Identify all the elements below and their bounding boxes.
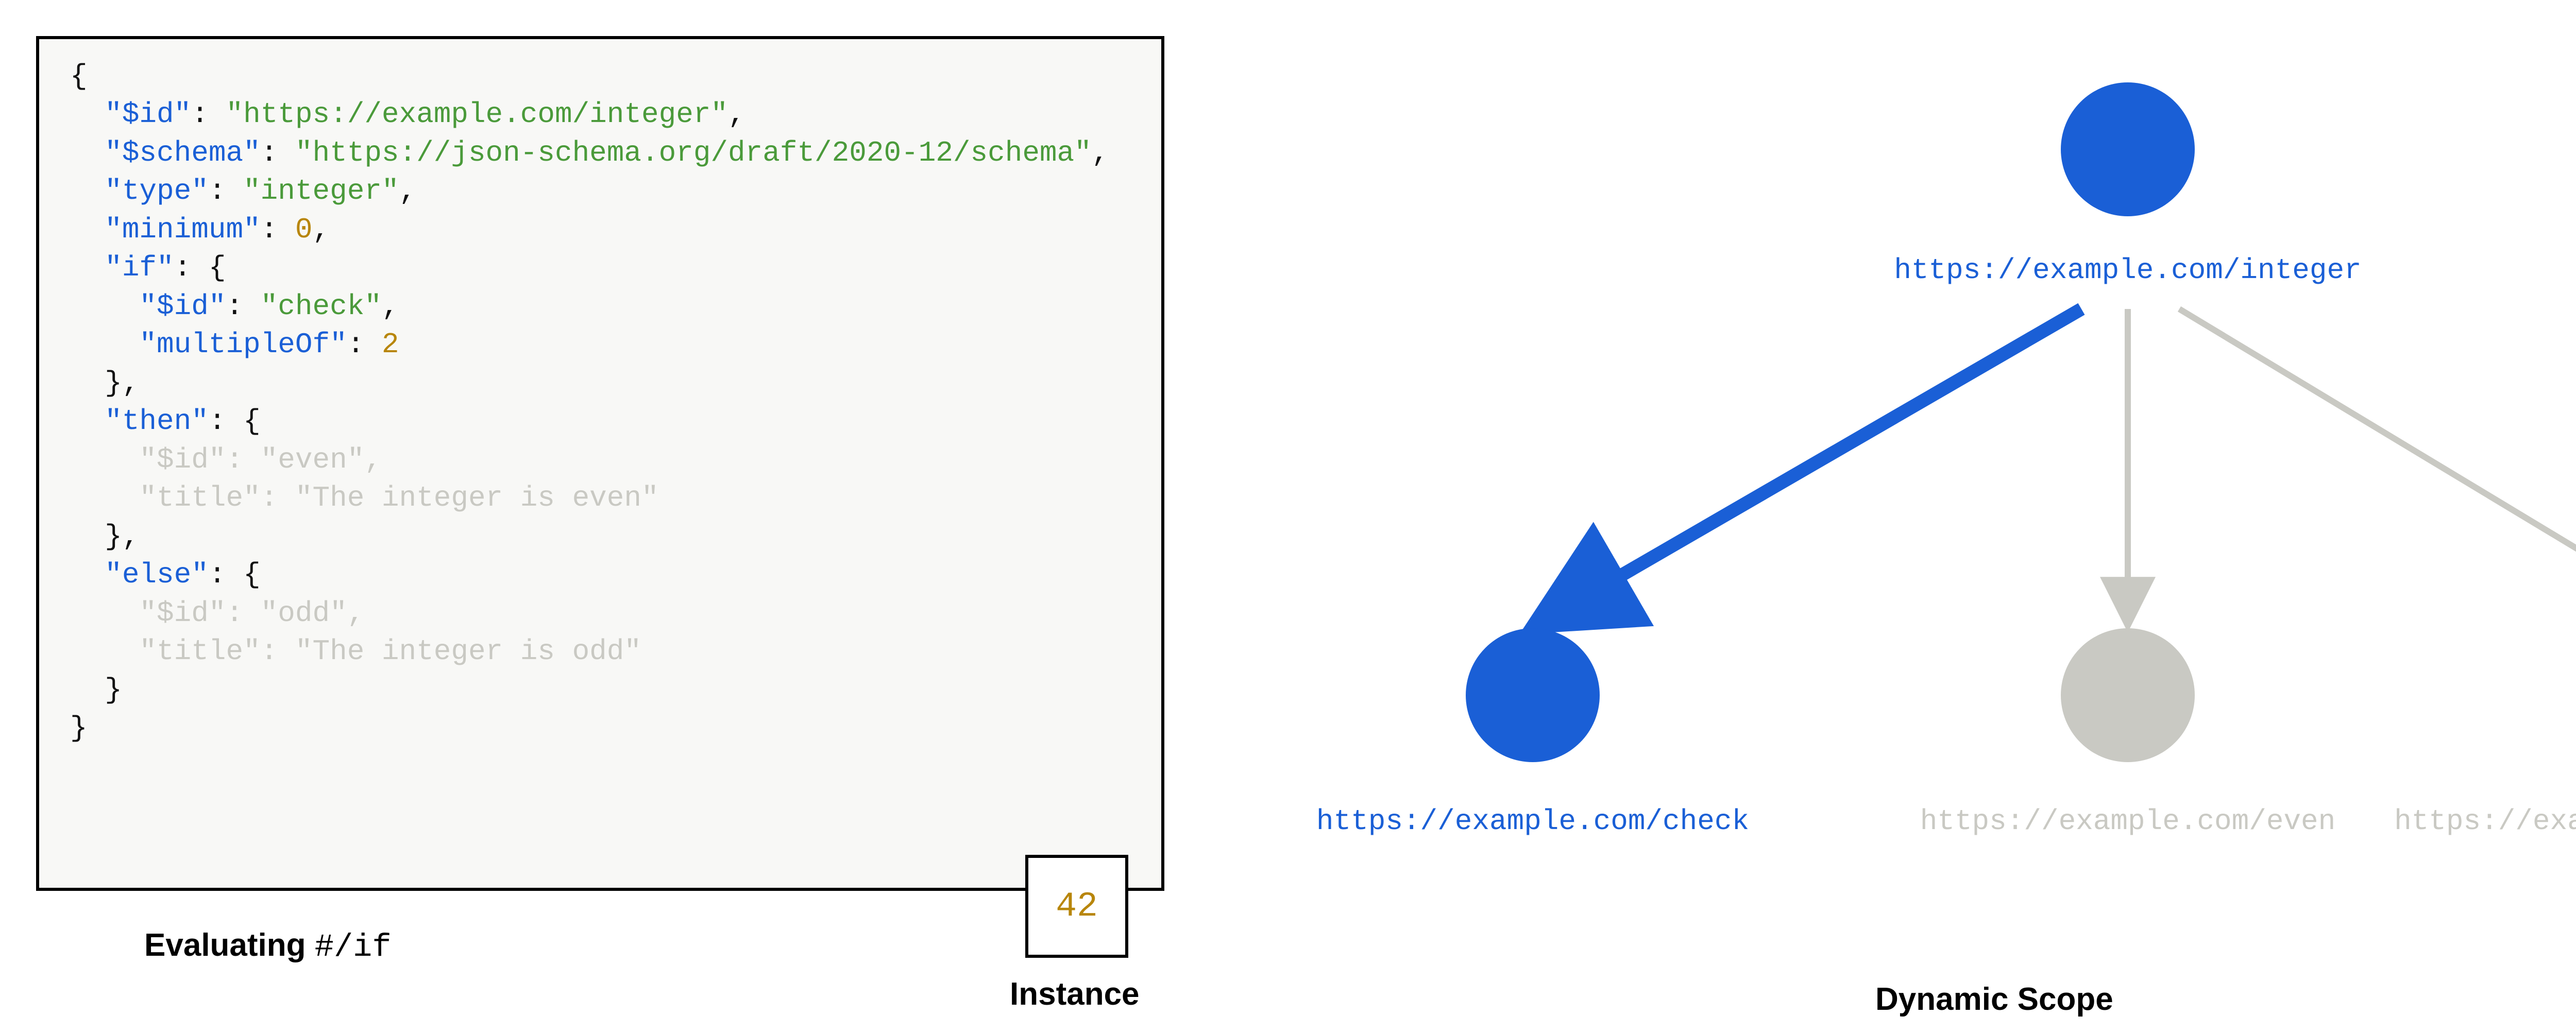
key-else: "else" bbox=[105, 558, 209, 591]
key-minimum: "minimum" bbox=[105, 213, 260, 246]
key-else-title: "title" bbox=[139, 635, 260, 668]
instance-label: Instance bbox=[1010, 976, 1140, 1012]
key-then-title: "title" bbox=[139, 481, 260, 514]
dynamic-scope-caption: Dynamic Scope bbox=[1875, 981, 2113, 1018]
key-if-id: "$id" bbox=[139, 290, 226, 323]
caption-evaluating-path: #/if bbox=[315, 929, 392, 966]
instance-box: 42 bbox=[1025, 855, 1128, 958]
val-minimum: 0 bbox=[295, 213, 313, 246]
caption-evaluating-label: Evaluating bbox=[144, 927, 315, 963]
brace-close: } bbox=[70, 712, 88, 745]
then-close: }, bbox=[105, 520, 139, 553]
label-odd: https://example.com/odd bbox=[2394, 805, 2576, 838]
edge-root-odd bbox=[2179, 309, 2576, 610]
node-even bbox=[2061, 628, 2195, 762]
key-multipleof: "multipleOf" bbox=[139, 328, 347, 361]
val-else-id: "odd" bbox=[261, 597, 347, 630]
edge-root-check bbox=[1561, 309, 2081, 610]
dynamic-scope-graph: https://example.com/integer https://exam… bbox=[1314, 21, 2576, 973]
node-root bbox=[2061, 82, 2195, 216]
schema-code: { "$id": "https://example.com/integer", … bbox=[39, 39, 1161, 765]
schema-code-panel: { "$id": "https://example.com/integer", … bbox=[36, 36, 1164, 891]
label-even: https://example.com/even bbox=[1920, 805, 2336, 838]
key-if: "if" bbox=[105, 251, 174, 284]
val-else-title: "The integer is odd" bbox=[295, 635, 641, 668]
val-then-title: "The integer is even" bbox=[295, 481, 659, 514]
key-else-id: "$id" bbox=[139, 597, 226, 630]
val-if-id: "check" bbox=[261, 290, 382, 323]
if-close: }, bbox=[105, 367, 139, 400]
evaluating-caption: Evaluating #/if bbox=[144, 927, 392, 966]
val-schema: "https://json-schema.org/draft/2020-12/s… bbox=[295, 136, 1092, 169]
key-schema: "$schema" bbox=[105, 136, 260, 169]
key-id: "$id" bbox=[105, 98, 191, 131]
instance-value: 42 bbox=[1056, 887, 1098, 926]
val-id: "https://example.com/integer" bbox=[226, 98, 728, 131]
node-check bbox=[1466, 628, 1600, 762]
val-type: "integer" bbox=[243, 175, 399, 208]
diagram-canvas: { "$id": "https://example.com/integer", … bbox=[0, 0, 2576, 1033]
key-type: "type" bbox=[105, 175, 209, 208]
key-then-id: "$id" bbox=[139, 443, 226, 476]
label-check: https://example.com/check bbox=[1316, 805, 1749, 838]
val-then-id: "even" bbox=[261, 443, 365, 476]
key-then: "then" bbox=[105, 405, 209, 438]
brace-open: { bbox=[70, 60, 88, 93]
else-close: } bbox=[105, 674, 122, 707]
val-multipleof: 2 bbox=[382, 328, 399, 361]
label-root: https://example.com/integer bbox=[1894, 254, 2361, 287]
